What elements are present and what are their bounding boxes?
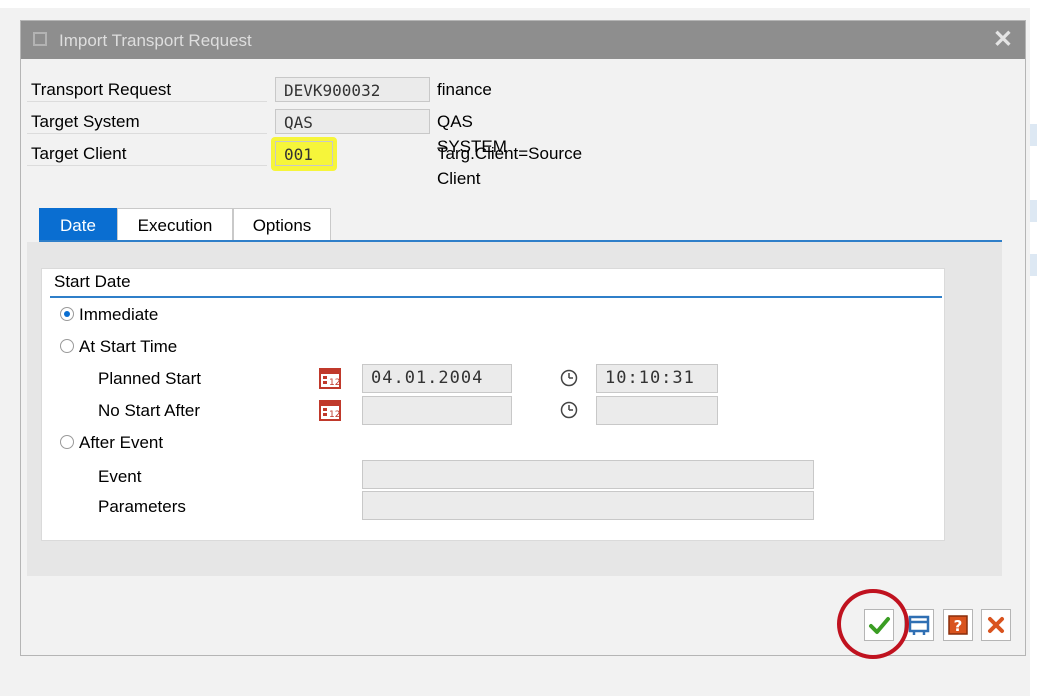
radio-after-event-label: After Event: [79, 433, 164, 452]
background-top: [0, 0, 1037, 8]
tab-execution[interactable]: Execution: [117, 208, 233, 241]
radio-immediate-label: Immediate: [79, 305, 159, 324]
transport-request-label: Transport Request: [27, 77, 267, 102]
planned-start-date-field[interactable]: 04.01.2004: [362, 364, 512, 393]
no-start-after-label: No Start After: [98, 401, 201, 420]
no-start-after-date-field[interactable]: [362, 396, 512, 425]
schedule-icon: [908, 615, 930, 635]
target-system-description: QAS SYSTEM: [437, 112, 507, 156]
calendar-icon[interactable]: 12: [319, 399, 341, 421]
radio-button[interactable]: [60, 339, 74, 353]
transport-request-field[interactable]: DEVK900032: [275, 77, 430, 102]
planned-start-time-field[interactable]: 10:10:31: [596, 364, 718, 393]
event-field[interactable]: [362, 460, 814, 489]
annotation-circle: [837, 589, 909, 659]
date-tab-panel: Start Date Immediate At Start Time Plann…: [27, 242, 1002, 576]
parameters-label: Parameters: [98, 497, 186, 516]
event-label: Event: [98, 467, 142, 486]
target-client-description: Targ.Client=Source Client: [437, 144, 583, 188]
svg-text:12: 12: [329, 378, 340, 388]
background-row-strip: [1030, 200, 1037, 222]
close-icon[interactable]: ✕: [993, 25, 1013, 54]
background-row-strip: [1030, 254, 1037, 276]
dialog-title: Import Transport Request: [59, 31, 252, 50]
transport-request-description: finance: [437, 80, 492, 99]
window-icon: [33, 32, 47, 46]
cancel-x-icon: [988, 617, 1004, 633]
target-client-field[interactable]: 001: [275, 141, 333, 166]
group-title-underline: [50, 296, 942, 298]
clock-icon[interactable]: [560, 401, 578, 419]
tab-date[interactable]: Date: [39, 208, 117, 241]
cancel-button[interactable]: [981, 609, 1011, 641]
target-system-label: Target System: [27, 109, 267, 134]
help-button[interactable]: ?: [943, 609, 973, 641]
target-client-label: Target Client: [27, 141, 267, 166]
radio-at-start-time-label: At Start Time: [79, 337, 178, 356]
svg-text:12: 12: [329, 410, 340, 420]
dialog-titlebar[interactable]: Import Transport Request ✕: [21, 21, 1025, 59]
target-system-field[interactable]: QAS: [275, 109, 430, 134]
tab-options[interactable]: Options: [233, 208, 331, 241]
radio-button[interactable]: [60, 435, 74, 449]
calendar-icon[interactable]: 12: [319, 367, 341, 389]
clock-icon[interactable]: [560, 369, 578, 387]
planned-start-label: Planned Start: [98, 369, 202, 388]
import-transport-dialog: Import Transport Request ✕ Transport Req…: [20, 20, 1026, 659]
help-icon: ?: [948, 615, 968, 635]
start-date-group-title: Start Date: [54, 272, 131, 291]
background-row-strip: [1030, 124, 1037, 146]
start-date-group: Start Date Immediate At Start Time Plann…: [41, 268, 945, 541]
background-right-edge: [1030, 0, 1037, 696]
radio-button-selected[interactable]: [60, 307, 74, 321]
svg-text:?: ?: [954, 617, 963, 635]
no-start-after-time-field[interactable]: [596, 396, 718, 425]
parameters-field[interactable]: [362, 491, 814, 520]
